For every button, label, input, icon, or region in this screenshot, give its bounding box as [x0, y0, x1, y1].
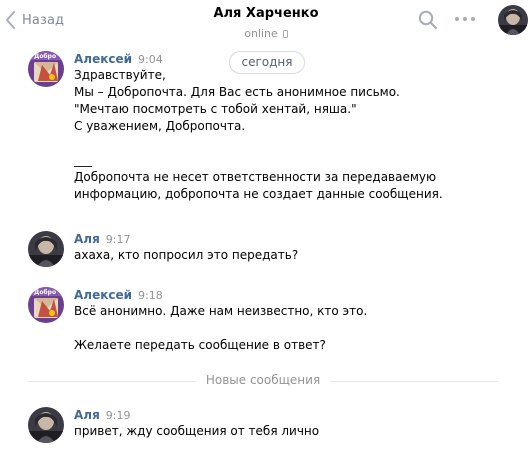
message-time[interactable]: 9:19 — [106, 409, 131, 422]
sender-avatar[interactable]: Добро — [28, 287, 64, 323]
chat-title-block[interactable]: Аля Харченко online — [180, 6, 352, 41]
back-label: Назад — [22, 12, 65, 28]
message-header: Аля 9:19 — [74, 408, 130, 423]
search-icon[interactable] — [418, 10, 438, 30]
more-icon[interactable] — [454, 14, 476, 24]
message-author[interactable]: Алексей — [74, 288, 132, 302]
message-text: ахаха, кто попросил это передать? — [74, 248, 299, 262]
new-messages-label: Новые сообщения — [205, 373, 321, 387]
back-button[interactable]: Назад — [4, 9, 64, 31]
header-avatar[interactable] — [498, 5, 528, 35]
message-author[interactable]: Аля — [74, 408, 100, 422]
online-status: online — [244, 27, 288, 40]
chevron-left-icon — [6, 11, 15, 29]
chat-title: Аля Харченко — [213, 6, 319, 21]
new-messages-divider: Новые сообщения — [28, 372, 498, 390]
svg-text:Добро: Добро — [34, 53, 56, 60]
message-author[interactable]: Аля — [74, 232, 100, 246]
svg-text:Добро: Добро — [34, 289, 56, 296]
sender-avatar[interactable]: Добро — [28, 51, 64, 87]
avatar-image — [498, 5, 528, 35]
sender-avatar[interactable] — [28, 231, 64, 267]
message-time[interactable]: 9:17 — [106, 233, 131, 246]
message-author[interactable]: Алексей — [74, 52, 132, 66]
sender-avatar[interactable] — [28, 407, 64, 443]
message-header: Алексей 9:18 — [74, 288, 163, 303]
avatar-image: Добро — [28, 51, 64, 87]
message-text: Здравствуйте, Мы – Добропочта. Для Вас е… — [74, 68, 443, 201]
message-text: Всё анонимно. Даже нам неизвестно, кто э… — [74, 304, 368, 352]
message-time[interactable]: 9:04 — [138, 53, 163, 66]
message-text: привет, жду сообщения от тебя лично — [74, 424, 320, 438]
chat-header: Назад Аля Харченко online — [0, 0, 532, 46]
avatar-image — [28, 231, 64, 267]
online-status-label: online — [244, 27, 278, 40]
avatar-image: Добро — [28, 287, 64, 323]
mobile-phone-icon — [282, 29, 288, 38]
message-header: Аля 9:17 — [74, 232, 130, 247]
avatar-image — [28, 407, 64, 443]
message-header: Алексей 9:04 — [74, 52, 163, 67]
message-time[interactable]: 9:18 — [138, 289, 163, 302]
